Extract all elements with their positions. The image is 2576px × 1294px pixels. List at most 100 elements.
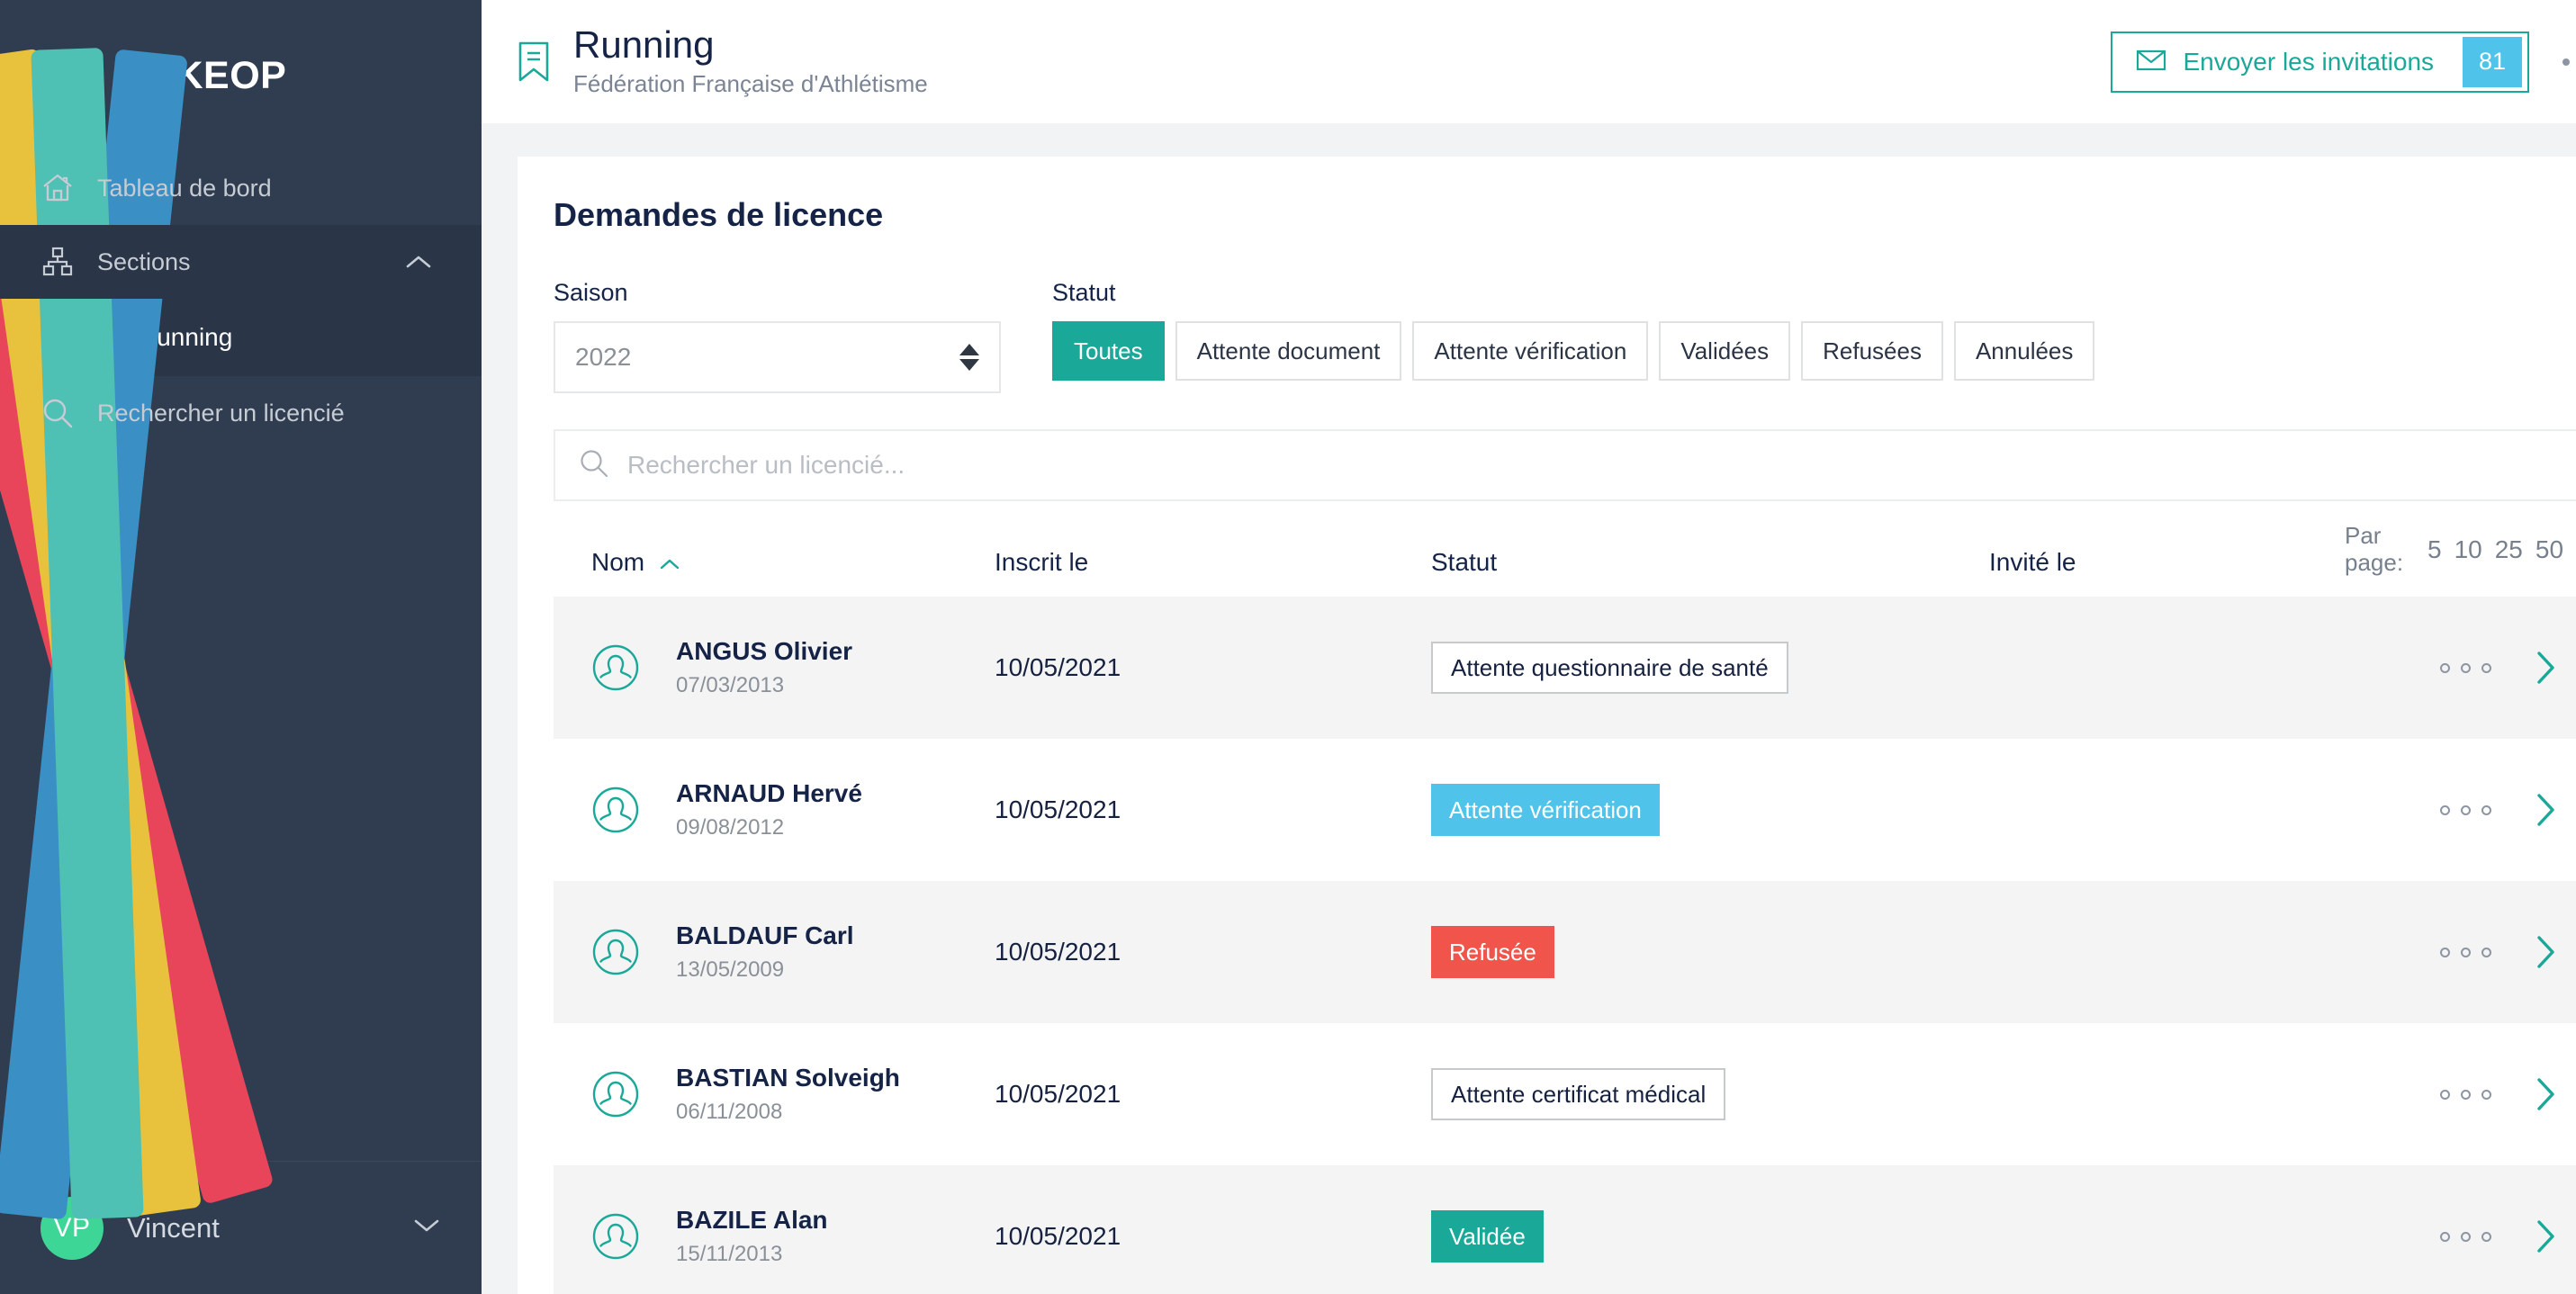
table-body: ANGUS Olivier 07/03/2013 10/05/2021 Atte… [554,597,2576,1294]
table-row[interactable]: BASTIAN Solveigh 06/11/2008 10/05/2021 A… [554,1023,2576,1165]
per-page-control: Par page: 5 10 25 50 [2345,522,2576,577]
three-dots-icon[interactable] [2440,662,2492,673]
page-subtitle: Fédération Française d'Athlétisme [573,70,928,98]
row-registered-date: 10/05/2021 [995,795,1121,823]
three-dots-icon[interactable] [2440,1231,2492,1242]
send-invitations-button[interactable]: Envoyer les invitations 81 [2111,31,2530,93]
user-avatar-icon [591,786,640,834]
sidebar-item-label: Tableau de bord [97,174,272,202]
chevron-right-icon[interactable] [2535,792,2558,828]
home-icon [41,171,75,205]
row-birthdate: 15/11/2013 [676,1241,783,1266]
season-label: Saison [554,279,628,306]
three-dots-icon[interactable] [2440,947,2492,957]
status-badge: Validée [1431,1210,1544,1263]
row-name-cell: BAZILE Alan 15/11/2013 [554,1206,995,1266]
row-registered-date: 10/05/2021 [995,653,1121,681]
table-row[interactable]: ARNAUD Hervé 09/08/2012 10/05/2021 Atten… [554,739,2576,881]
row-name: BASTIAN Solveigh [676,1064,900,1092]
dokeop-cards-check-logo [0,46,275,1220]
row-actions [2345,650,2576,686]
chevron-up-icon[interactable] [405,254,432,270]
per-page-option-10[interactable]: 10 [2454,535,2482,564]
row-actions [2345,1076,2576,1112]
row-name: BALDAUF Carl [676,921,854,950]
status-tab-refusees[interactable]: Refusées [1801,321,1943,381]
chevron-up-icon[interactable] [659,548,680,577]
page-heading: Running Fédération Française d'Athlétism… [514,22,2111,98]
sidebar: DOKEOP Tableau de bord Sections Running … [0,0,482,1294]
per-page-option-5[interactable]: 5 [2427,535,2442,564]
filters-row: Saison 2022 Statut Toutes Attente docume… [554,279,2576,393]
status-badge: Attente questionnaire de santé [1431,642,1788,694]
per-page-option-25[interactable]: 25 [2495,535,2523,564]
sitemap-icon [41,245,75,279]
kebab-menu-icon[interactable] [2545,35,2576,89]
status-badge: Refusée [1431,926,1554,978]
chevron-right-icon[interactable] [2535,1218,2558,1254]
column-header-invite-le[interactable]: Invité le [1989,548,2345,577]
table-row[interactable]: BALDAUF Carl 13/05/2009 10/05/2021 Refus… [554,881,2576,1023]
per-page-option-50[interactable]: 50 [2535,535,2563,564]
bookmark-icon [514,39,554,85]
season-filter: Saison 2022 [554,279,1001,393]
row-registered-date: 10/05/2021 [995,1080,1121,1108]
status-tab-toutes[interactable]: Toutes [1052,321,1165,381]
sidebar-item-label: Sections [97,247,191,275]
column-header-inscrit-le[interactable]: Inscrit le [995,548,1431,577]
row-status-cell: Validée [1431,1210,1989,1263]
sidebar-item-rechercher-un-licencie[interactable]: Rechercher un licencié [0,376,482,450]
sidebar-item-tableau-de-bord[interactable]: Tableau de bord [0,151,482,225]
row-name: ARNAUD Hervé [676,779,862,808]
content-area: Demandes de licence Saison 2022 Statut T… [482,123,2576,1294]
status-tab-attente-verification[interactable]: Attente vérification [1412,321,1649,381]
row-birthdate: 13/05/2009 [676,957,785,982]
status-tab-validees[interactable]: Validées [1659,321,1791,381]
search-icon [579,448,609,483]
user-avatar-icon [591,928,640,976]
row-name-cell: ARNAUD Hervé 09/08/2012 [554,779,995,840]
chevron-down-icon[interactable] [412,1217,441,1239]
row-birthdate: 07/03/2013 [676,672,785,697]
sidebar-item-label: Rechercher un licencié [97,399,345,427]
column-header-statut[interactable]: Statut [1431,548,1989,577]
row-status-cell: Attente vérification [1431,784,1989,836]
brand[interactable]: DOKEOP [0,0,482,1220]
invitations-count-badge: 81 [2463,36,2523,87]
search-input[interactable] [627,451,2561,480]
row-name-cell: BALDAUF Carl 13/05/2009 [554,921,995,982]
row-name: ANGUS Olivier [676,637,853,666]
row-actions [2345,934,2576,970]
sidebar-item-sections[interactable]: Sections [0,225,482,299]
search-box[interactable] [554,429,2576,501]
table-row[interactable]: ANGUS Olivier 07/03/2013 10/05/2021 Atte… [554,597,2576,739]
send-invitations-label: Envoyer les invitations [2183,47,2435,76]
row-status-cell: Refusée [1431,926,1989,978]
row-birthdate: 09/08/2012 [676,814,785,840]
page-title: Running [573,22,715,66]
season-select[interactable]: 2022 [554,321,1001,393]
user-avatar-icon [591,643,640,692]
stepper-arrows-icon[interactable] [959,344,979,371]
three-dots-icon[interactable] [2440,1089,2492,1100]
row-birthdate: 06/11/2008 [676,1099,783,1124]
chevron-right-icon[interactable] [2535,1076,2558,1112]
card-title: Demandes de licence [554,196,884,233]
chevron-right-icon[interactable] [2535,650,2558,686]
row-actions [2345,792,2576,828]
search-row [554,429,2576,501]
status-tab-annulees[interactable]: Annulées [1953,321,2095,381]
column-header-nom-label: Nom [591,548,645,576]
status-tab-attente-document[interactable]: Attente document [1175,321,1402,381]
user-avatar-icon [591,1212,640,1261]
licence-requests-card: Demandes de licence Saison 2022 Statut T… [518,157,2576,1294]
per-page-label: Par page: [2345,522,2404,577]
three-dots-icon[interactable] [2440,804,2492,815]
check-icon [87,644,88,662]
main-area: Running Fédération Française d'Athlétism… [482,0,2576,1294]
table-row[interactable]: BAZILE Alan 15/11/2013 10/05/2021 Validé… [554,1165,2576,1294]
table-header: Nom Inscrit le Statut Invité le Par page… [554,501,2576,597]
sidebar-user-name: Vincent [127,1211,220,1244]
chevron-right-icon[interactable] [2535,934,2558,970]
column-header-nom[interactable]: Nom [554,548,995,577]
